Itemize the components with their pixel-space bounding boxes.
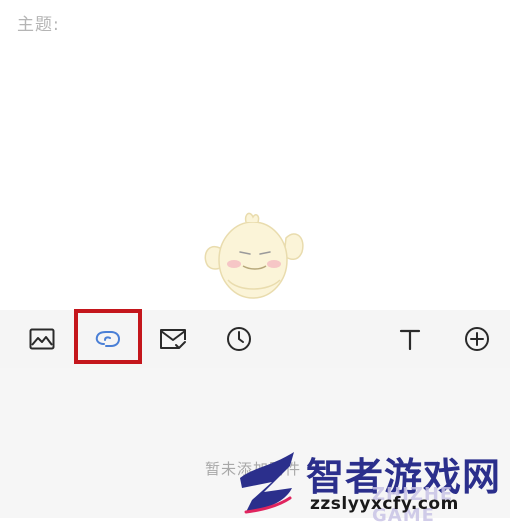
text-format-icon: [399, 329, 421, 350]
add-icon: [465, 327, 489, 351]
link-icon: [95, 331, 121, 347]
insert-image-button[interactable]: [18, 310, 66, 368]
schedule-send-button[interactable]: [215, 310, 263, 368]
mail-check-icon: [160, 329, 186, 349]
compose-area: 主题:: [0, 0, 510, 310]
watermark-url: zzslyyxcfy.com: [310, 494, 459, 514]
compose-toolbar: [0, 310, 510, 368]
subject-label: 主题:: [17, 15, 60, 35]
mascot-image: [204, 212, 304, 299]
mail-receipt-button[interactable]: [149, 310, 197, 368]
subject-input[interactable]: [68, 6, 492, 38]
insert-link-button[interactable]: [84, 310, 132, 368]
image-icon: [29, 328, 55, 350]
add-attachment-button[interactable]: [453, 310, 501, 368]
watermark-logo-icon: [240, 452, 294, 514]
clock-icon: [227, 327, 251, 351]
text-format-button[interactable]: [386, 310, 434, 368]
